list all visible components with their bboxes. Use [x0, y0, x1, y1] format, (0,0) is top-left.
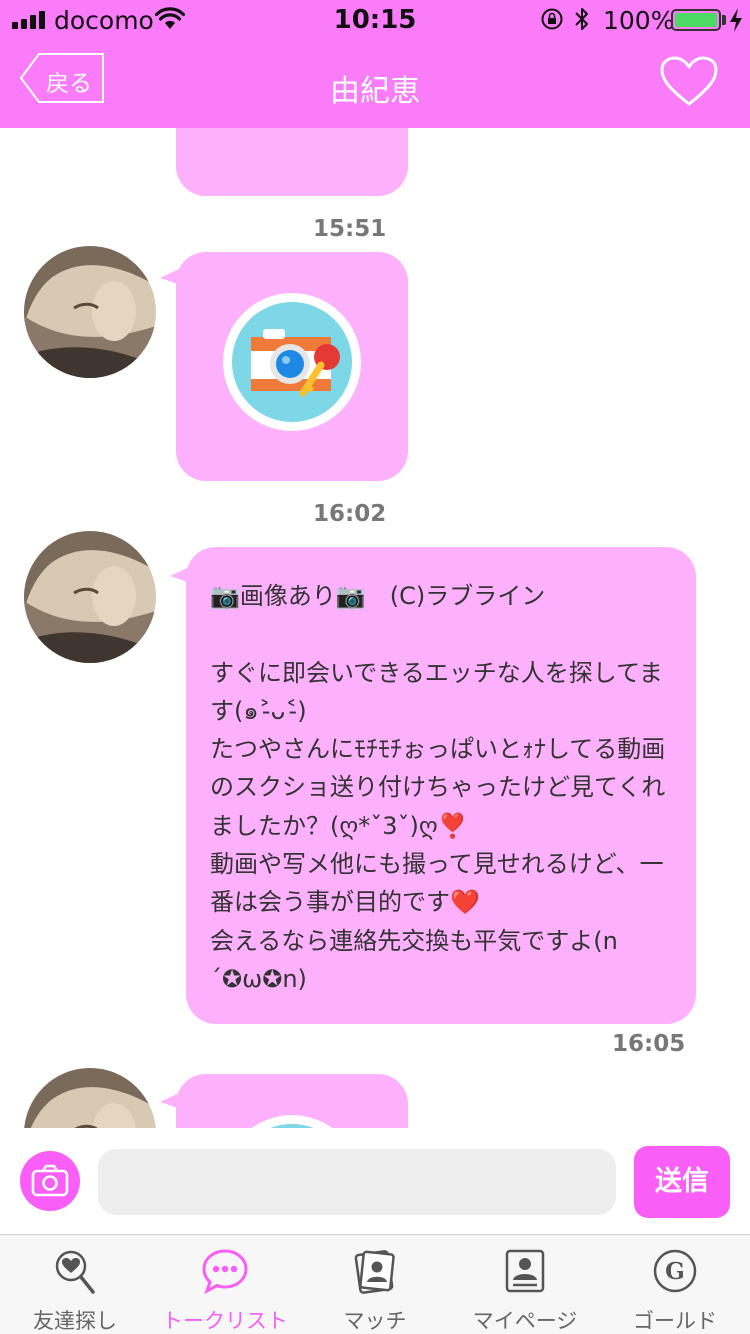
- bluetooth-icon: [575, 8, 588, 30]
- favorite-heart-icon[interactable]: [660, 56, 718, 108]
- tab-label: トークリスト: [162, 1309, 288, 1333]
- battery-cap: [722, 15, 726, 25]
- chat-bubble-icon: [202, 1249, 248, 1295]
- tab-gold[interactable]: G ゴールド: [600, 1235, 750, 1334]
- heart-search-icon: [55, 1250, 95, 1294]
- tab-bar: 友達探し トークリスト マッチ マイページ G ゴールド: [0, 1234, 750, 1334]
- tab-match[interactable]: マッチ: [300, 1235, 450, 1334]
- status-bar: docomo 10:15 100%: [0, 0, 750, 40]
- battery-icon: [671, 9, 721, 31]
- avatar[interactable]: [24, 531, 156, 663]
- message-timestamp: 16:05: [612, 1031, 686, 1057]
- image-message-bubble[interactable]: [176, 252, 408, 481]
- send-button[interactable]: 送信: [634, 1146, 730, 1218]
- match-cards-icon: [354, 1250, 395, 1294]
- image-message-bubble[interactable]: [176, 1074, 408, 1128]
- tab-my-page[interactable]: マイページ: [450, 1235, 600, 1334]
- tab-label: マッチ: [343, 1309, 407, 1333]
- gold-coin-icon: G: [653, 1249, 697, 1293]
- header: docomo 10:15 100% 戻る 由紀恵: [0, 0, 750, 128]
- message-timestamp: 16:02: [313, 501, 387, 527]
- tab-label: マイページ: [472, 1309, 578, 1333]
- camera-icon: [31, 1164, 69, 1197]
- camera-button[interactable]: [20, 1151, 80, 1211]
- svg-text:G: G: [665, 1258, 685, 1285]
- chat-screen: docomo 10:15 100% 戻る 由紀恵 15:51 16:02 📷画像…: [0, 0, 750, 1334]
- chat-thread[interactable]: 15:51 16:02 📷画像あり📷 (C)ラブライン すぐに即会いできるエッチ…: [0, 128, 750, 1128]
- message-timestamp: 15:51: [313, 216, 387, 242]
- battery-level: [675, 13, 717, 27]
- profile-card-icon: [505, 1249, 545, 1293]
- tab-label: ゴールド: [633, 1309, 717, 1333]
- tab-talk-list[interactable]: トークリスト: [150, 1235, 300, 1334]
- tab-label: 友達探し: [33, 1309, 117, 1333]
- avatar[interactable]: [24, 246, 156, 378]
- message-text: 📷画像あり📷 (C)ラブライン すぐに即会いできるエッチな人を探してます(๑˃̵…: [210, 582, 666, 993]
- tab-friend-search[interactable]: 友達探し: [0, 1235, 150, 1334]
- locked-photo-icon: [223, 1115, 361, 1128]
- page-title: 由紀恵: [330, 74, 420, 109]
- battery-percent: 100%: [603, 6, 675, 35]
- locked-photo-icon: [223, 293, 361, 431]
- avatar[interactable]: [24, 1068, 156, 1128]
- message-input-bar: 送信: [0, 1128, 750, 1234]
- text-message-bubble[interactable]: 📷画像あり📷 (C)ラブライン すぐに即会いできるエッチな人を探してます(๑˃̵…: [186, 547, 696, 1024]
- message-input[interactable]: [98, 1149, 616, 1215]
- charging-bolt-icon: [730, 8, 742, 32]
- image-message-bubble[interactable]: [176, 128, 408, 196]
- rotation-lock-icon: [541, 8, 563, 30]
